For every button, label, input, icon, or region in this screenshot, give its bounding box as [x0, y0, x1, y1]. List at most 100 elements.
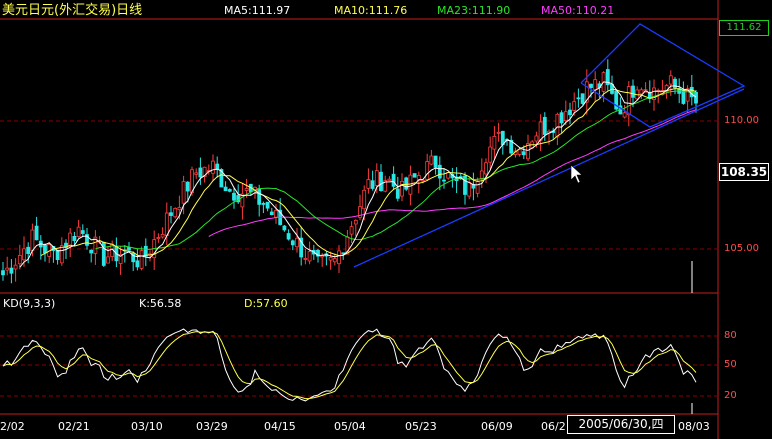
candle-body — [164, 212, 169, 236]
candle-body — [223, 186, 228, 192]
candle-body — [320, 255, 325, 258]
ma5-label: MA5:111.97 — [224, 4, 291, 17]
candle-body — [475, 181, 480, 194]
price-tick-110: 110.00 — [724, 115, 759, 126]
candle-body — [391, 173, 396, 187]
cursor-date-box: 2005/06/30,四 — [567, 415, 675, 434]
x-tick-8: 06/2 — [541, 420, 566, 433]
x-tick-9: 08/03 — [678, 420, 710, 433]
candle-body — [408, 174, 413, 195]
candle-body — [156, 237, 161, 239]
ma23-label: MA23:111.90 — [437, 4, 511, 17]
candle-body — [593, 79, 598, 91]
candle-body — [257, 188, 262, 205]
candle-body — [135, 260, 140, 268]
candle-body — [9, 267, 14, 274]
candle-body — [80, 230, 85, 234]
x-tick-3: 03/29 — [196, 420, 228, 433]
k-value: K:56.58 — [139, 297, 182, 310]
candle-body — [626, 86, 631, 116]
candle-body — [429, 155, 434, 165]
x-tick-4: 04/15 — [264, 420, 296, 433]
candle-body — [5, 267, 10, 271]
candle-body — [479, 170, 484, 179]
candle-body — [232, 192, 236, 201]
candle-body — [580, 93, 585, 104]
x-tick-7: 06/09 — [481, 420, 513, 433]
candle-body — [139, 250, 144, 269]
candle-body — [517, 149, 522, 155]
candle-body — [72, 235, 77, 242]
candle-body — [26, 246, 31, 254]
candle-body — [400, 180, 404, 197]
candle-body — [387, 178, 392, 181]
candle-body — [563, 111, 568, 122]
candle-body — [576, 97, 581, 100]
x-tick-6: 05/23 — [405, 420, 437, 433]
candle-body — [30, 229, 35, 252]
candle-body — [370, 180, 375, 189]
trendline-lower — [353, 88, 745, 268]
x-tick-2: 03/10 — [131, 420, 163, 433]
candle-body — [303, 257, 308, 260]
candle-body — [295, 237, 299, 248]
candle-body — [22, 248, 26, 261]
candle-body — [484, 162, 488, 175]
candle-body — [639, 89, 644, 95]
candle-body — [198, 167, 203, 178]
candle-body — [59, 245, 64, 264]
candle-body — [421, 179, 425, 182]
candle-body — [349, 226, 354, 235]
candle-body — [353, 219, 358, 225]
candle-body — [492, 136, 497, 150]
candle-body — [76, 226, 81, 238]
candle-body — [568, 109, 572, 116]
candle-body — [89, 249, 94, 254]
candle-body — [433, 155, 438, 168]
candle-body — [362, 189, 367, 210]
candle-body — [282, 225, 287, 231]
candle-body — [374, 170, 379, 186]
candle-body — [622, 112, 627, 118]
candle-body — [572, 101, 577, 111]
candle-body — [446, 172, 451, 179]
candle-body — [261, 203, 266, 205]
candle-body — [215, 163, 220, 170]
candle-body — [366, 179, 371, 189]
candle-body — [488, 146, 493, 163]
candle-body — [227, 189, 232, 192]
candle-body — [395, 188, 400, 199]
trendline-drawings[interactable] — [353, 23, 746, 268]
candle-body — [337, 250, 341, 265]
candle-body — [55, 249, 60, 261]
candle-body — [101, 241, 106, 266]
candle-body — [538, 121, 543, 141]
candle-body — [106, 256, 110, 264]
candle-body — [307, 251, 312, 262]
candle-body — [437, 164, 442, 179]
candle-body — [169, 212, 173, 216]
candle-body — [631, 85, 635, 98]
candle-body — [412, 173, 417, 178]
ma10-label: MA10:111.76 — [334, 4, 408, 17]
candle-body — [467, 182, 472, 197]
candle-body — [17, 255, 22, 265]
candle-body — [559, 112, 564, 124]
candle-body — [265, 201, 270, 209]
candle-body — [68, 232, 73, 247]
candle-body — [173, 208, 178, 218]
candle-body — [694, 91, 698, 104]
candle-body — [194, 172, 199, 175]
candle-body — [143, 245, 148, 257]
candle-body — [534, 135, 539, 142]
current-price-badge: 108.35 — [719, 163, 769, 181]
kd-indicator-name: KD(9,3,3) — [3, 297, 56, 310]
candle-body — [668, 75, 673, 85]
candle-body — [160, 234, 165, 238]
x-tick-0: 2/02 — [0, 420, 25, 433]
stock-chart-window: 美元日元(外汇交易)日线 MA5:111.97 MA10:111.76 MA23… — [0, 0, 772, 439]
candle-body — [181, 181, 186, 204]
candle-body — [332, 258, 337, 263]
x-tick-5: 05/04 — [334, 420, 366, 433]
chart-canvas[interactable] — [0, 0, 772, 439]
